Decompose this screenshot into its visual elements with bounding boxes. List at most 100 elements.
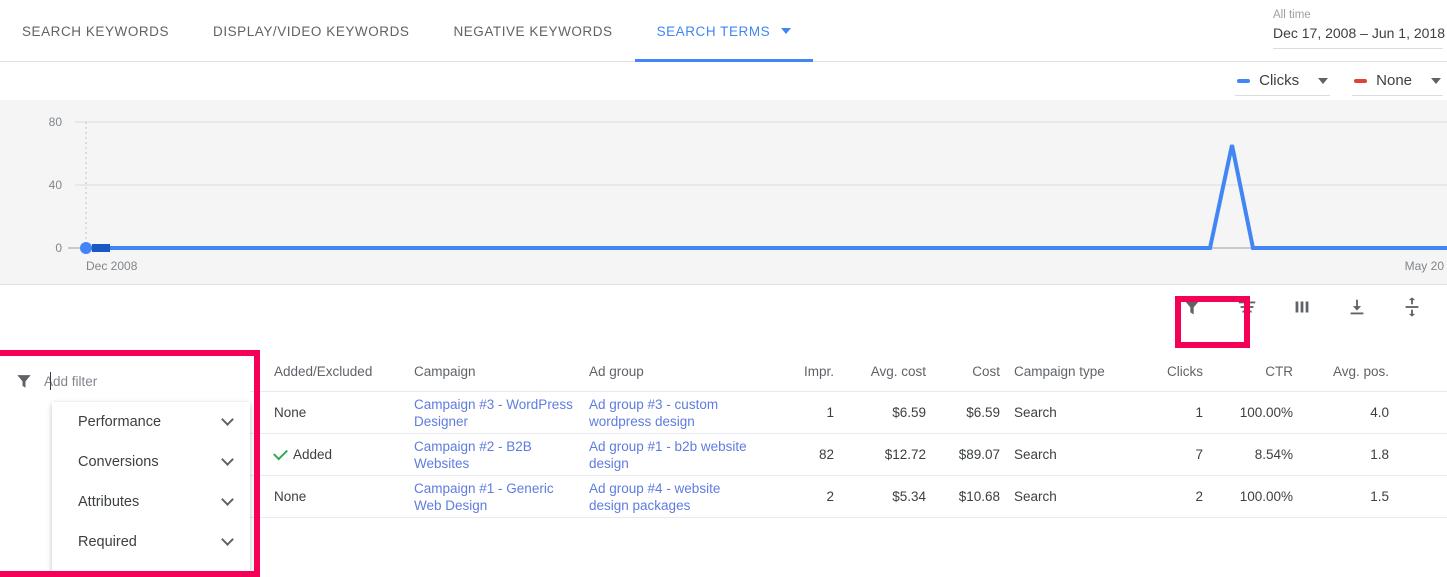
chevron-down-icon[interactable] [221, 533, 234, 546]
panel-divider [52, 400, 250, 401]
header-campaign-type[interactable]: Campaign type [1008, 364, 1118, 379]
header-impressions[interactable]: Impr. [769, 364, 844, 379]
cell-cost: $10.68 [936, 489, 1008, 504]
cell-campaign-type: Search [1008, 405, 1118, 420]
xtick-start: Dec 2008 [86, 259, 138, 273]
tab-search-terms[interactable]: SEARCH TERMS [635, 0, 814, 62]
text-cursor [50, 372, 51, 390]
columns-button[interactable] [1287, 292, 1317, 322]
cell-clicks: 7 [1118, 447, 1213, 462]
campaign-link[interactable]: Campaign #3 - WordPress Designer [414, 397, 573, 429]
tab-list: SEARCH KEYWORDS DISPLAY/VIDEO KEYWORDS N… [0, 0, 813, 62]
cell-avg-position: 1.8 [1303, 447, 1395, 462]
expand-button[interactable] [1397, 292, 1427, 322]
cell-campaign-type: Search [1008, 489, 1118, 504]
clicks-series-line [86, 145, 1447, 248]
header-clicks[interactable]: Clicks [1118, 364, 1213, 379]
filter-panel: Performance Conversions Attributes Requi… [0, 356, 250, 571]
added-status-text: Added [293, 447, 332, 462]
none-series-swatch-icon [1354, 79, 1367, 83]
metric-selector-clicks[interactable]: Clicks [1235, 72, 1330, 96]
xtick-end: May 20 [1405, 259, 1445, 273]
header-ctr[interactable]: CTR [1213, 364, 1303, 379]
chevron-down-icon[interactable] [221, 493, 234, 506]
chevron-down-icon[interactable] [1431, 78, 1441, 84]
chart-svg: 80 40 0 Dec 2008 May 20 [0, 100, 1447, 284]
expand-icon [1401, 296, 1423, 318]
ad-group-link[interactable]: Ad group #3 - custom wordpress design [589, 397, 718, 429]
metric-legend-bar: Clicks None [1235, 64, 1447, 104]
metric-label-primary: Clicks [1259, 72, 1299, 89]
cell-impressions: 82 [769, 447, 844, 462]
filter-category-menu: Performance Conversions Attributes Requi… [52, 402, 250, 571]
cell-added-excluded: Added [274, 447, 414, 462]
metric-selector-none[interactable]: None [1352, 72, 1443, 96]
cell-clicks: 2 [1118, 489, 1213, 504]
performance-chart[interactable]: 80 40 0 Dec 2008 May 20 [0, 100, 1447, 285]
filter-input-row [6, 362, 250, 400]
tab-negative-keywords[interactable]: NEGATIVE KEYWORDS [431, 0, 634, 62]
cell-cost: $6.59 [936, 405, 1008, 420]
google-ads-search-terms-page: SEARCH KEYWORDS DISPLAY/VIDEO KEYWORDS N… [0, 0, 1447, 577]
tab-label: DISPLAY/VIDEO KEYWORDS [213, 24, 409, 39]
filter-icon [14, 371, 34, 391]
clicks-series-swatch-icon [1237, 79, 1250, 83]
header-avg-cost[interactable]: Avg. cost [844, 364, 936, 379]
cell-clicks: 1 [1118, 405, 1213, 420]
chevron-down-icon[interactable] [221, 413, 234, 426]
cell-impressions: 2 [769, 489, 844, 504]
header-avg-position[interactable]: Avg. pos. [1303, 364, 1395, 379]
date-range-value: Dec 17, 2008 – Jun 1, 2018 [1273, 23, 1445, 44]
series-start-marker [80, 242, 92, 254]
filter-category-label: Attributes [78, 494, 139, 510]
added-status-text: None [274, 405, 306, 420]
header-added-excluded[interactable]: Added/Excluded [274, 364, 414, 379]
ytick-80: 80 [49, 115, 63, 129]
cell-ctr: 100.00% [1213, 489, 1303, 504]
ytick-0: 0 [55, 241, 62, 255]
filter-category-conversions[interactable]: Conversions [52, 442, 250, 482]
cell-impressions: 1 [769, 405, 844, 420]
series-start-segment [92, 244, 110, 252]
filter-category-attributes[interactable]: Attributes [52, 482, 250, 522]
check-icon [273, 445, 288, 460]
chevron-down-icon[interactable] [1318, 78, 1328, 84]
cell-ad-group: Ad group #4 - website design packages [589, 480, 769, 514]
ytick-40: 40 [49, 178, 63, 192]
cell-avg-position: 1.5 [1303, 489, 1395, 504]
cell-campaign-type: Search [1008, 447, 1118, 462]
cell-campaign: Campaign #2 - B2B Websites [414, 438, 589, 472]
ad-group-link[interactable]: Ad group #1 - b2b website design [589, 439, 747, 471]
chevron-down-icon[interactable] [221, 453, 234, 466]
header-cost[interactable]: Cost [936, 364, 1008, 379]
filter-category-label: Conversions [78, 454, 159, 470]
tab-bar: SEARCH KEYWORDS DISPLAY/VIDEO KEYWORDS N… [0, 0, 1447, 62]
cell-cost: $89.07 [936, 447, 1008, 462]
cell-campaign: Campaign #1 - Generic Web Design [414, 480, 589, 514]
added-status-text: None [274, 489, 306, 504]
date-range-selector[interactable]: All time Dec 17, 2008 – Jun 1, 2018 [1273, 8, 1447, 49]
tab-search-keywords[interactable]: SEARCH KEYWORDS [0, 0, 191, 62]
cell-avg-cost: $6.59 [844, 405, 936, 420]
cell-ad-group: Ad group #3 - custom wordpress design [589, 396, 769, 430]
header-campaign[interactable]: Campaign [414, 364, 589, 379]
header-ad-group[interactable]: Ad group [589, 364, 769, 379]
cell-avg-position: 4.0 [1303, 405, 1395, 420]
filter-category-required[interactable]: Required [52, 522, 250, 562]
tab-display-video-keywords[interactable]: DISPLAY/VIDEO KEYWORDS [191, 0, 431, 62]
cell-avg-cost: $12.72 [844, 447, 936, 462]
filter-category-label: Performance [78, 414, 161, 430]
chevron-down-icon[interactable] [781, 28, 791, 34]
ad-group-link[interactable]: Ad group #4 - website design packages [589, 481, 720, 513]
cell-campaign: Campaign #3 - WordPress Designer [414, 396, 589, 430]
download-button[interactable] [1342, 292, 1372, 322]
metric-label-secondary: None [1376, 72, 1412, 89]
campaign-link[interactable]: Campaign #2 - B2B Websites [414, 439, 532, 471]
cell-avg-cost: $5.34 [844, 489, 936, 504]
filter-category-performance[interactable]: Performance [52, 402, 250, 442]
add-filter-input[interactable] [44, 374, 224, 389]
date-range-underline [1273, 48, 1443, 49]
filter-button-highlight [1175, 296, 1250, 348]
tab-label: SEARCH KEYWORDS [22, 24, 169, 39]
campaign-link[interactable]: Campaign #1 - Generic Web Design [414, 481, 554, 513]
